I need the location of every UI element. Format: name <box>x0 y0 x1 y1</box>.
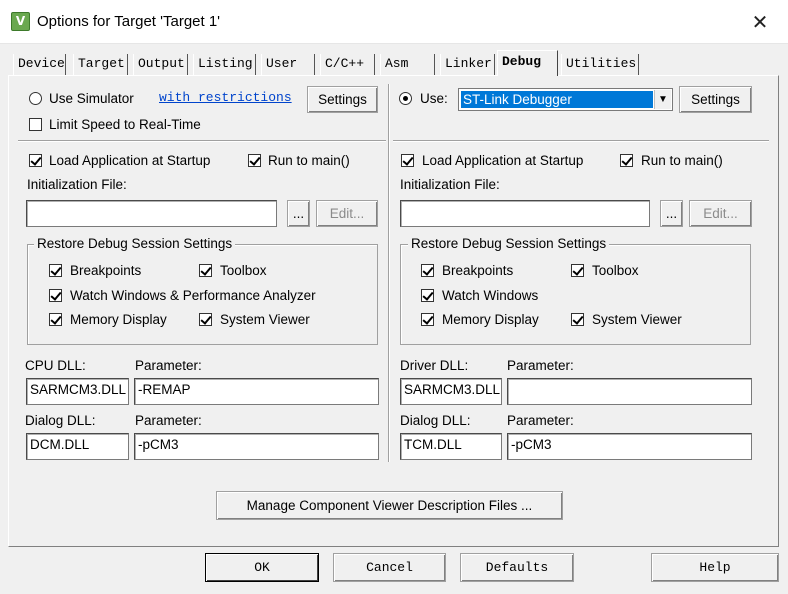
cpu-param-input[interactable]: -REMAP <box>134 378 379 405</box>
chevron-down-icon[interactable]: ▼ <box>654 90 671 109</box>
defaults-button[interactable]: Defaults <box>460 553 574 582</box>
column-divider <box>388 84 390 462</box>
tab-asm[interactable]: Asm <box>380 54 435 75</box>
right-dialog-dll-label: Dialog DLL: <box>400 413 471 428</box>
cpu-param-label: Parameter: <box>135 358 202 373</box>
driver-param-input[interactable] <box>507 378 752 405</box>
memory-display-label: Memory Display <box>70 312 167 327</box>
tab-user[interactable]: User <box>261 54 315 75</box>
debugger-select-value: ST-Link Debugger <box>461 91 653 108</box>
init-file-edit-button[interactable]: Edit... <box>316 200 378 227</box>
driver-dll-input[interactable]: SARMCM3.DLL <box>400 378 502 405</box>
watch-windows-checkbox[interactable] <box>49 289 62 302</box>
right-restore-settings-title: Restore Debug Session Settings <box>408 236 610 251</box>
dialog-param-label: Parameter: <box>135 413 202 428</box>
debugger-settings-button[interactable]: Settings <box>679 86 752 113</box>
driver-param-label: Parameter: <box>507 358 574 373</box>
cpu-dll-label: CPU DLL: <box>25 358 86 373</box>
breakpoints-checkbox[interactable] <box>49 264 62 277</box>
tab-utilities[interactable]: Utilities <box>561 54 639 75</box>
right-memory-display-label: Memory Display <box>442 312 539 327</box>
ok-button[interactable]: OK <box>205 553 319 582</box>
init-file-label: Initialization File: <box>27 177 127 192</box>
right-load-app-checkbox[interactable] <box>401 154 414 167</box>
right-watch-windows-label: Watch Windows <box>442 288 539 303</box>
use-debugger-label: Use: <box>420 91 448 106</box>
right-dialog-dll-input[interactable]: TCM.DLL <box>400 433 502 460</box>
use-simulator-label: Use Simulator <box>49 91 134 106</box>
right-breakpoints-label: Breakpoints <box>442 263 514 278</box>
tab-listing[interactable]: Listing <box>193 54 256 75</box>
load-app-checkbox[interactable] <box>29 154 42 167</box>
app-logo-icon: V <box>11 12 30 31</box>
toolbox-label: Toolbox <box>220 263 267 278</box>
init-file-browse-button[interactable]: ... <box>287 200 310 227</box>
limit-speed-checkbox[interactable] <box>29 118 42 131</box>
right-init-file-input[interactable] <box>400 200 650 227</box>
tab-linker[interactable]: Linker <box>440 54 495 75</box>
right-load-app-label: Load Application at Startup <box>422 153 584 168</box>
restore-settings-title: Restore Debug Session Settings <box>34 236 236 251</box>
tab-output[interactable]: Output <box>133 54 188 75</box>
simulator-settings-button[interactable]: Settings <box>307 86 378 113</box>
tab-target[interactable]: Target <box>73 54 128 75</box>
dialog-dll-label: Dialog DLL: <box>25 413 96 428</box>
right-breakpoints-checkbox[interactable] <box>421 264 434 277</box>
right-system-viewer-checkbox[interactable] <box>571 313 584 326</box>
tab-device[interactable]: Device <box>13 54 66 75</box>
help-button[interactable]: Help <box>651 553 779 582</box>
window-title: Options for Target 'Target 1' <box>37 13 221 30</box>
use-debugger-radio[interactable] <box>399 92 412 105</box>
right-dialog-param-input[interactable]: -pCM3 <box>507 433 752 460</box>
cancel-button[interactable]: Cancel <box>333 553 446 582</box>
right-run-to-main-label: Run to main() <box>641 153 723 168</box>
memory-display-checkbox[interactable] <box>49 313 62 326</box>
right-memory-display-checkbox[interactable] <box>421 313 434 326</box>
close-icon[interactable]: ✕ <box>745 10 775 36</box>
watch-windows-label: Watch Windows & Performance Analyzer <box>70 288 316 303</box>
run-to-main-label: Run to main() <box>268 153 350 168</box>
breakpoints-label: Breakpoints <box>70 263 142 278</box>
right-dialog-param-label: Parameter: <box>507 413 574 428</box>
limit-speed-label: Limit Speed to Real-Time <box>49 117 201 132</box>
left-divider <box>18 140 386 142</box>
toolbox-checkbox[interactable] <box>199 264 212 277</box>
right-init-file-label: Initialization File: <box>400 177 500 192</box>
tab-debug[interactable]: Debug <box>497 50 558 76</box>
right-init-file-edit-button[interactable]: Edit... <box>689 200 752 227</box>
right-divider <box>393 140 769 142</box>
right-toolbox-label: Toolbox <box>592 263 639 278</box>
init-file-input[interactable] <box>26 200 277 227</box>
dialog-param-input[interactable]: -pCM3 <box>134 433 379 460</box>
right-init-file-browse-button[interactable]: ... <box>660 200 683 227</box>
right-system-viewer-label: System Viewer <box>592 312 682 327</box>
system-viewer-checkbox[interactable] <box>199 313 212 326</box>
run-to-main-checkbox[interactable] <box>248 154 261 167</box>
manage-component-viewer-button[interactable]: Manage Component Viewer Description File… <box>216 491 563 520</box>
system-viewer-label: System Viewer <box>220 312 310 327</box>
cpu-dll-input[interactable]: SARMCM3.DLL <box>26 378 129 405</box>
use-simulator-radio[interactable] <box>29 92 42 105</box>
driver-dll-label: Driver DLL: <box>400 358 469 373</box>
right-watch-windows-checkbox[interactable] <box>421 289 434 302</box>
load-app-label: Load Application at Startup <box>49 153 211 168</box>
debugger-select[interactable]: ST-Link Debugger ▼ <box>458 88 673 111</box>
dialog-dll-input[interactable]: DCM.DLL <box>26 433 129 460</box>
restrictions-link[interactable]: with restrictions <box>159 90 292 105</box>
tab-cpp[interactable]: C/C++ <box>320 54 375 75</box>
right-toolbox-checkbox[interactable] <box>571 264 584 277</box>
right-run-to-main-checkbox[interactable] <box>620 154 633 167</box>
